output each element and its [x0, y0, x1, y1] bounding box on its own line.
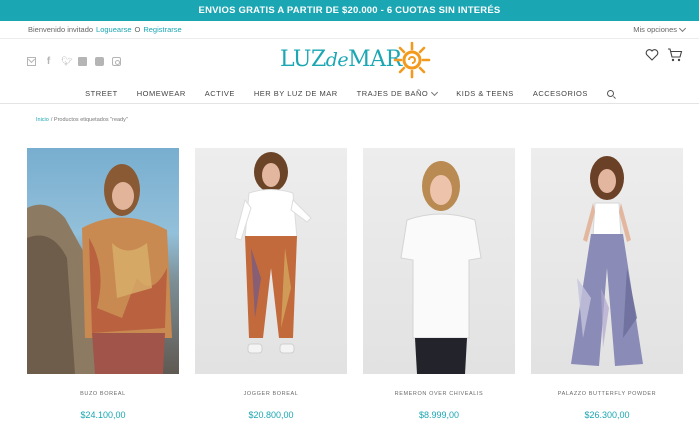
my-options-label: Mis opciones — [633, 25, 677, 34]
header-icons — [645, 48, 683, 62]
product-name[interactable]: BUZO BOREAL — [27, 391, 179, 397]
or-text: O — [134, 25, 141, 34]
cart-icon[interactable] — [667, 48, 683, 62]
product-price: $20.800,00 — [248, 410, 294, 420]
vimeo-icon[interactable] — [78, 57, 87, 66]
nav-item-trajes-de-bano[interactable]: TRAJES DE BAÑO — [357, 88, 439, 98]
heart-icon[interactable] — [645, 48, 659, 62]
product-card[interactable]: REMERON OVER CHIVEALIS $8.999,00 — [363, 148, 515, 420]
product-price: $26.300,00 — [584, 410, 630, 420]
nav-item-her-by-luz-de-mar[interactable]: HER BY LUZ DE MAR — [254, 89, 338, 98]
chevron-down-icon — [431, 88, 439, 96]
account-row: Bienvenido invitado Loguearse O Registra… — [0, 21, 699, 39]
welcome-message: Bienvenido invitado Loguearse O Registra… — [28, 25, 182, 34]
brand-logo[interactable]: LUZdeMAR — [280, 40, 436, 84]
sun-logo-icon — [393, 41, 431, 79]
welcome-text: Bienvenido invitado — [28, 25, 94, 34]
logo-wordmark: LUZdeMAR — [280, 47, 402, 72]
my-options-dropdown[interactable]: Mis opciones — [633, 24, 687, 34]
product-price: $8.999,00 — [418, 410, 460, 420]
breadcrumb-home-link[interactable]: Inicio — [36, 117, 49, 123]
search-button[interactable] — [606, 90, 614, 97]
product-grid: BUZO BOREAL $24.100,00 JOGGER BOREAL $20… — [27, 148, 687, 448]
product-name[interactable]: REMERON OVER CHIVEALIS — [363, 391, 515, 397]
login-link[interactable]: Loguearse — [96, 25, 131, 34]
product-image[interactable] — [195, 148, 347, 374]
product-name[interactable]: JOGGER BOREAL — [195, 391, 347, 397]
nav-item-street[interactable]: STREET — [85, 89, 118, 98]
product-image[interactable] — [531, 148, 683, 374]
mail-icon[interactable] — [27, 57, 36, 66]
facebook-icon[interactable]: f — [44, 57, 53, 67]
twitter-icon[interactable]: 🐦︎ — [61, 57, 72, 66]
product-card[interactable]: JOGGER BOREAL $20.800,00 — [195, 148, 347, 420]
instagram-icon[interactable] — [112, 57, 121, 66]
breadcrumb-current: / Productos etiquetados "ready" — [50, 117, 128, 123]
youtube-icon[interactable] — [95, 57, 104, 66]
promo-bar: ENVIOS GRATIS A PARTIR DE $20.000 - 6 CU… — [0, 0, 699, 21]
main-nav: STREET HOMEWEAR ACTIVE HER BY LUZ DE MAR… — [0, 84, 699, 103]
product-name[interactable]: PALAZZO BUTTERFLY POWDER — [531, 391, 683, 397]
product-card[interactable]: PALAZZO BUTTERFLY POWDER $26.300,00 — [531, 148, 683, 420]
nav-divider — [0, 103, 699, 104]
product-image[interactable] — [27, 148, 179, 374]
search-icon — [606, 90, 614, 97]
nav-item-kids-teens[interactable]: KIDS & TEENS — [456, 89, 514, 98]
nav-item-homewear[interactable]: HOMEWEAR — [137, 89, 186, 98]
breadcrumb: Inicio / Productos etiquetados "ready" — [36, 117, 128, 123]
register-link[interactable]: Registrarse — [143, 25, 181, 34]
social-links: f 🐦︎ — [27, 57, 121, 67]
product-card[interactable]: BUZO BOREAL $24.100,00 — [27, 148, 179, 420]
chevron-down-icon — [678, 24, 687, 32]
product-price: $24.100,00 — [80, 410, 126, 420]
nav-item-active[interactable]: ACTIVE — [205, 89, 235, 98]
promo-text: ENVIOS GRATIS A PARTIR DE $20.000 - 6 CU… — [198, 5, 501, 16]
product-image[interactable] — [363, 148, 515, 374]
nav-item-accesorios[interactable]: ACCESORIOS — [533, 89, 588, 98]
